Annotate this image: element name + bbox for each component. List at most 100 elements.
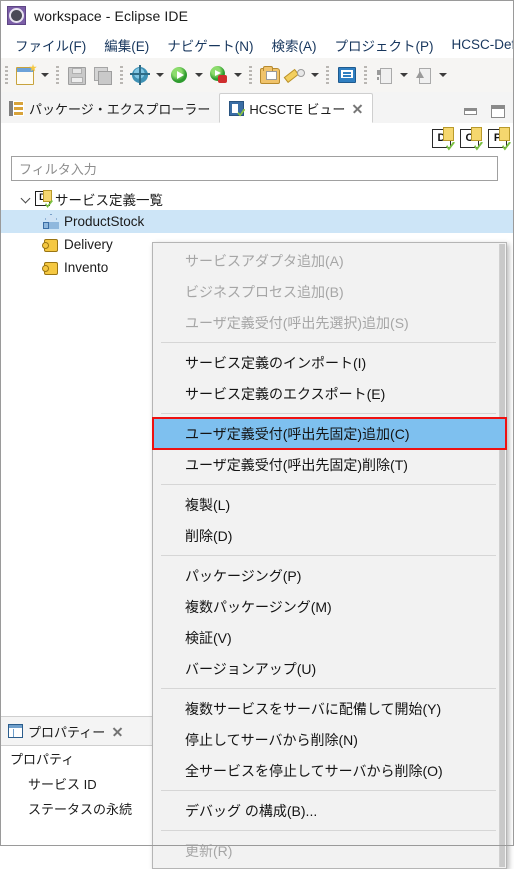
menu-search[interactable]: 検索(A)	[263, 32, 326, 58]
context-menu-scrollbar[interactable]	[499, 244, 505, 867]
maximize-icon[interactable]	[490, 105, 506, 119]
properties-icon	[8, 724, 23, 738]
menu-separator	[161, 555, 496, 556]
menu-separator	[161, 413, 496, 414]
new-wizard-dropdown-icon[interactable]	[38, 63, 51, 87]
menu-hcsc-def[interactable]: HCSC-Def	[443, 34, 514, 55]
tab-properties-label: プロパティー	[28, 722, 105, 741]
run-on-server-dropdown-icon[interactable]	[231, 63, 244, 87]
menu-separator	[161, 790, 496, 791]
toolbar-grip[interactable]	[120, 66, 123, 84]
service-adapter-icon	[42, 237, 59, 253]
menu-item-export-service-definition[interactable]: サービス定義のエクスポート(E)	[153, 378, 506, 409]
tree-item-label: Invento	[64, 260, 108, 275]
context-menu: サービスアダプタ追加(A) ビジネスプロセス追加(B) ユーザ定義受付(呼出先選…	[152, 242, 507, 869]
tab-package-explorer-label: パッケージ・エクスプローラー	[29, 99, 210, 118]
component-editor-button[interactable]: C	[460, 129, 479, 148]
definition-editor-button[interactable]: D	[432, 129, 451, 148]
service-definition-list-icon: D	[35, 191, 50, 206]
run-icon[interactable]	[167, 63, 191, 87]
hcscte-view-icon	[229, 101, 244, 116]
package-explorer-icon	[9, 101, 24, 116]
minimize-icon[interactable]	[463, 105, 479, 119]
console-icon[interactable]	[334, 63, 358, 87]
toolbar-grip[interactable]	[5, 66, 8, 84]
open-folder-icon[interactable]	[257, 63, 281, 87]
package-editor-button[interactable]: P	[488, 129, 507, 148]
menu-item-import-service-definition[interactable]: サービス定義のインポート(I)	[153, 347, 506, 378]
menu-item-add-user-defined-reception-fixed[interactable]: ユーザ定義受付(呼出先固定)追加(C)	[153, 418, 506, 449]
tree-item-label: ProductStock	[64, 214, 144, 229]
menu-item-delete[interactable]: 削除(D)	[153, 520, 506, 551]
menu-item-version-up[interactable]: バージョンアップ(U)	[153, 653, 506, 684]
properties-view: プロパティー プロパティ サービス ID ステータスの永続	[0, 716, 170, 846]
new-wizard-icon[interactable]	[13, 63, 37, 87]
toolbar-grip[interactable]	[249, 66, 252, 84]
menu-item-validate[interactable]: 検証(V)	[153, 622, 506, 653]
view-window-buttons	[452, 105, 514, 123]
menu-item-stop-all-services-and-remove-from-server[interactable]: 全サービスを停止してサーバから削除(O)	[153, 755, 506, 786]
close-icon[interactable]	[112, 726, 123, 737]
property-row-status-persistence: ステータスの永続	[0, 796, 170, 821]
window-title: workspace - Eclipse IDE	[34, 8, 188, 24]
edit-pen-icon[interactable]	[283, 63, 307, 87]
filter-placeholder: フィルタ入力	[19, 159, 97, 178]
save-all-icon[interactable]	[90, 63, 114, 87]
edit-pen-dropdown-icon[interactable]	[308, 63, 321, 87]
menu-item-stop-and-remove-from-server[interactable]: 停止してサーバから削除(N)	[153, 724, 506, 755]
debug-dropdown-icon[interactable]	[153, 63, 166, 87]
main-toolbar	[0, 58, 514, 93]
import-icon[interactable]	[372, 63, 396, 87]
tab-package-explorer[interactable]: パッケージ・エクスプローラー	[0, 93, 219, 123]
toolbar-grip[interactable]	[326, 66, 329, 84]
menu-separator	[161, 342, 496, 343]
eclipse-icon	[7, 6, 26, 25]
run-dropdown-icon[interactable]	[192, 63, 205, 87]
import-dropdown-icon[interactable]	[397, 63, 410, 87]
tree-item-label: Delivery	[64, 237, 113, 252]
menu-item-duplicate[interactable]: 複製(L)	[153, 489, 506, 520]
export-dropdown-icon[interactable]	[436, 63, 449, 87]
panel-divider	[0, 184, 1, 846]
menu-separator	[161, 688, 496, 689]
menu-item-multi-packaging[interactable]: 複数パッケージング(M)	[153, 591, 506, 622]
view-tab-bar: パッケージ・エクスプローラー HCSCTE ビュー	[0, 92, 514, 124]
menu-navigate[interactable]: ナビゲート(N)	[158, 32, 262, 58]
run-on-server-icon[interactable]	[206, 63, 230, 87]
tab-properties[interactable]: プロパティー	[0, 717, 170, 746]
menu-item-debug-configurations[interactable]: デバッグ の構成(B)...	[153, 795, 506, 826]
menu-separator	[161, 830, 496, 831]
close-icon[interactable]	[352, 103, 363, 114]
toolbar-grip[interactable]	[56, 66, 59, 84]
chevron-down-icon[interactable]	[20, 192, 33, 205]
menu-item-packaging[interactable]: パッケージング(P)	[153, 560, 506, 591]
menu-item-deploy-multiple-services-and-start[interactable]: 複数サービスをサーバに配備して開始(Y)	[153, 693, 506, 724]
title-bar: workspace - Eclipse IDE	[0, 0, 514, 31]
property-row-service-id: サービス ID	[0, 771, 170, 796]
menu-item-add-service-adapter: サービスアダプタ追加(A)	[153, 245, 506, 276]
tab-hcscte-view-label: HCSCTE ビュー	[249, 99, 345, 118]
tree-root-label: サービス定義一覧	[55, 189, 163, 209]
menu-bar: ファイル(F) 編集(E) ナビゲート(N) 検索(A) プロジェクト(P) H…	[0, 31, 514, 58]
save-icon[interactable]	[64, 63, 88, 87]
tab-hcscte-view[interactable]: HCSCTE ビュー	[219, 93, 373, 123]
menu-item-refresh: 更新(R)	[153, 835, 506, 866]
view-toolbar: D C P	[0, 123, 514, 153]
filter-input[interactable]: フィルタ入力	[11, 156, 498, 181]
menu-separator	[161, 484, 496, 485]
menu-file[interactable]: ファイル(F)	[6, 32, 95, 58]
service-adapter-icon	[42, 260, 59, 276]
menu-item-add-business-process: ビジネスプロセス追加(B)	[153, 276, 506, 307]
menu-item-add-user-defined-reception-select: ユーザ定義受付(呼出先選択)追加(S)	[153, 307, 506, 338]
toolbar-grip[interactable]	[364, 66, 367, 84]
export-icon[interactable]	[411, 63, 435, 87]
eclipse-ide-window: workspace - Eclipse IDE ファイル(F) 編集(E) ナビ…	[0, 0, 514, 846]
properties-header: プロパティ	[0, 746, 170, 771]
menu-edit[interactable]: 編集(E)	[95, 32, 158, 58]
menu-project[interactable]: プロジェクト(P)	[326, 32, 443, 58]
tree-root-node[interactable]: D サービス定義一覧	[0, 187, 514, 210]
menu-item-delete-user-defined-reception-fixed[interactable]: ユーザ定義受付(呼出先固定)削除(T)	[153, 449, 506, 480]
debug-icon[interactable]	[128, 63, 152, 87]
tree-item-productstock[interactable]: ProductStock	[0, 210, 514, 233]
business-process-icon	[42, 214, 59, 229]
